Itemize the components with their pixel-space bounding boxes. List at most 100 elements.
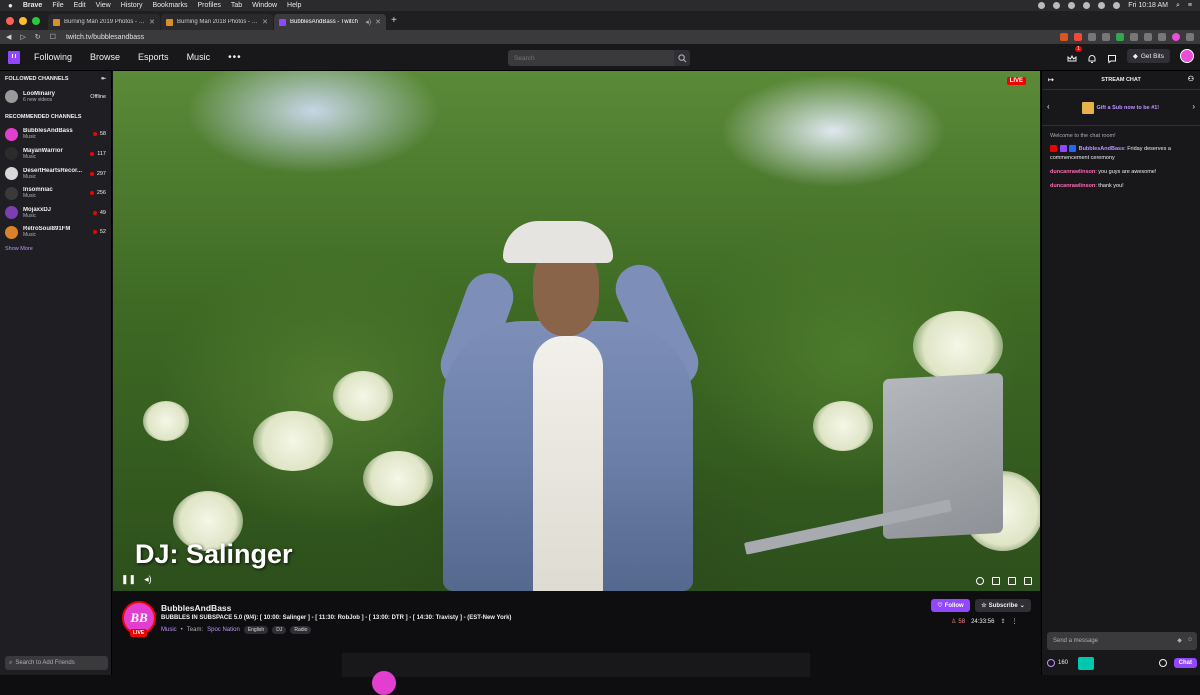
menu-view[interactable]: View [96, 2, 111, 9]
settings-icon[interactable] [976, 577, 984, 585]
nav-browse[interactable]: Browse [90, 52, 120, 62]
fullscreen-icon[interactable] [1024, 577, 1032, 585]
channel-name[interactable]: BubblesAndBass [161, 603, 231, 613]
chat-send-button[interactable]: Chat [1173, 658, 1197, 668]
recommended-channel-item[interactable]: MojaxxDJ Music 49 [0, 203, 111, 223]
chat-username[interactable]: BubblesAndBass [1079, 146, 1125, 152]
share-icon[interactable]: ⇪ [1000, 618, 1005, 625]
puzzle-icon[interactable] [1158, 33, 1166, 41]
close-icon[interactable]: ✕ [262, 18, 268, 26]
chat-username[interactable]: duncanrawlinson [1050, 169, 1095, 175]
menu-bookmarks[interactable]: Bookmarks [152, 2, 187, 9]
zoom-window-button[interactable] [32, 16, 40, 25]
forward-icon[interactable]: ▷ [20, 33, 25, 41]
tag-english[interactable]: English [243, 626, 269, 634]
more-icon[interactable]: ••• [228, 52, 242, 63]
minimize-window-button[interactable] [19, 16, 27, 25]
followed-channel-item[interactable]: LooMinairy 6 new videos Offline [0, 87, 111, 107]
theatre-mode-icon[interactable] [1008, 577, 1016, 585]
follow-button[interactable]: ♡ Follow [931, 599, 970, 612]
extension-icon[interactable] [1130, 33, 1138, 41]
menu-file[interactable]: File [52, 2, 63, 9]
close-icon[interactable]: ✕ [149, 18, 155, 26]
category-link[interactable]: Music [161, 627, 177, 633]
browser-tab[interactable]: Burning Man 2018 Photos - Durn ✕ [161, 14, 273, 30]
apple-icon[interactable]: ● [8, 1, 13, 10]
wifi-icon[interactable] [1113, 2, 1121, 9]
recommended-channel-item[interactable]: BubblesAndBass Music 58 [0, 125, 111, 145]
menu-icon[interactable] [1186, 33, 1194, 41]
url-field[interactable]: twitch.tv/bubblesandbass [66, 34, 1060, 41]
add-friends-search[interactable]: ⌕ Search to Add Friends [5, 656, 108, 670]
tray-icon[interactable] [1038, 2, 1046, 9]
menu-profiles[interactable]: Profiles [198, 2, 221, 9]
recommended-channel-item[interactable]: MayanWarrior Music 117 [0, 144, 111, 164]
team-link[interactable]: Spoc Nation [207, 627, 240, 633]
notifications-icon[interactable] [1087, 51, 1097, 63]
recommended-channel-item[interactable]: RetroSoul891FM Music 52 [0, 223, 111, 243]
menu-tab[interactable]: Tab [231, 2, 242, 9]
nav-esports[interactable]: Esports [138, 52, 169, 62]
tag-dj[interactable]: DJ [272, 626, 287, 634]
bookmark-icon[interactable]: ☐ [50, 33, 56, 41]
get-bits-button[interactable]: ◆ Get Bits [1126, 49, 1170, 63]
nav-following[interactable]: Following [34, 52, 72, 62]
recommended-channel-item[interactable]: DesertHeartsRecor... Music 297 [0, 164, 111, 184]
menu-window[interactable]: Window [252, 2, 277, 9]
nav-music[interactable]: Music [187, 52, 211, 62]
users-icon[interactable]: ⚇ [1188, 75, 1194, 83]
menubar-clock[interactable]: Fri 10:18 AM [1128, 2, 1168, 9]
search-input[interactable] [508, 50, 674, 66]
extension-icon[interactable] [1102, 33, 1110, 41]
brave-shields-icon[interactable] [1060, 33, 1068, 41]
bits-icon[interactable]: ◆ [1177, 637, 1182, 644]
more-options-icon[interactable]: ⋮ [1011, 618, 1017, 625]
chat-username[interactable]: duncanrawlinson [1050, 183, 1095, 189]
gear-icon[interactable] [1158, 659, 1167, 667]
tray-icon[interactable] [1053, 2, 1061, 9]
menu-history[interactable]: History [121, 2, 143, 9]
reload-icon[interactable]: ↻ [35, 33, 41, 41]
audio-icon[interactable]: ◂) [365, 18, 371, 26]
pause-icon[interactable]: ❚❚ [121, 574, 136, 585]
crown-icon[interactable]: 1 [1067, 46, 1082, 62]
extension-icon[interactable] [1088, 33, 1096, 41]
spotlight-icon[interactable]: ⌕ [1176, 2, 1180, 10]
new-tab-button[interactable]: + [391, 15, 397, 26]
collapse-sidebar-icon[interactable]: ⇤ [101, 76, 106, 82]
back-icon[interactable]: ◀ [6, 33, 11, 41]
volume-icon[interactable]: ◂) [144, 574, 152, 585]
tray-icon[interactable] [1068, 2, 1076, 9]
subscribe-button[interactable]: ☆ Subscribe ⌄ [975, 599, 1031, 612]
extension-icon[interactable] [1144, 33, 1152, 41]
search-button[interactable] [674, 50, 690, 66]
control-center-icon[interactable]: ≡ [1188, 2, 1192, 9]
recommended-channel-item[interactable]: Insomniac Music 256 [0, 183, 111, 203]
channel-points[interactable]: 160 [1047, 659, 1068, 667]
collapse-chat-icon[interactable]: ↦ [1048, 76, 1054, 84]
brave-rewards-icon[interactable] [1074, 33, 1082, 41]
video-player[interactable]: DJ: Salinger LIVE ❚❚ ◂) [113, 71, 1040, 591]
whispers-icon[interactable] [1107, 51, 1117, 64]
tag-radio[interactable]: Radio [290, 626, 312, 634]
menu-brave[interactable]: Brave [23, 2, 42, 9]
close-icon[interactable]: ✕ [375, 18, 381, 26]
user-avatar[interactable] [1180, 49, 1194, 63]
profile-avatar[interactable] [1172, 33, 1180, 41]
chevron-left-icon[interactable]: ‹ [1047, 102, 1050, 111]
close-window-button[interactable] [6, 16, 14, 25]
clip-icon[interactable] [992, 577, 1000, 585]
twitch-logo-icon[interactable] [8, 50, 20, 64]
show-more-link[interactable]: Show More [0, 242, 111, 256]
tray-icon[interactable] [1098, 2, 1106, 9]
menu-help[interactable]: Help [287, 2, 301, 9]
gift-sub-banner[interactable]: ‹ Gift a Sub now to be #1! › [1042, 90, 1200, 126]
browser-tab-active[interactable]: BubblesAndBass - Twitch ◂) ✕ [274, 14, 386, 30]
tray-icon[interactable] [1083, 2, 1091, 9]
browser-tab[interactable]: Burning Man 2019 Photos - Durn ✕ [48, 14, 160, 30]
prediction-icon[interactable] [1078, 656, 1095, 670]
chat-input[interactable]: Send a message ◆ ☺ [1047, 632, 1197, 650]
chevron-right-icon[interactable]: › [1192, 102, 1195, 111]
emote-icon[interactable]: ☺ [1187, 637, 1193, 644]
extension-icon[interactable] [1116, 33, 1124, 41]
